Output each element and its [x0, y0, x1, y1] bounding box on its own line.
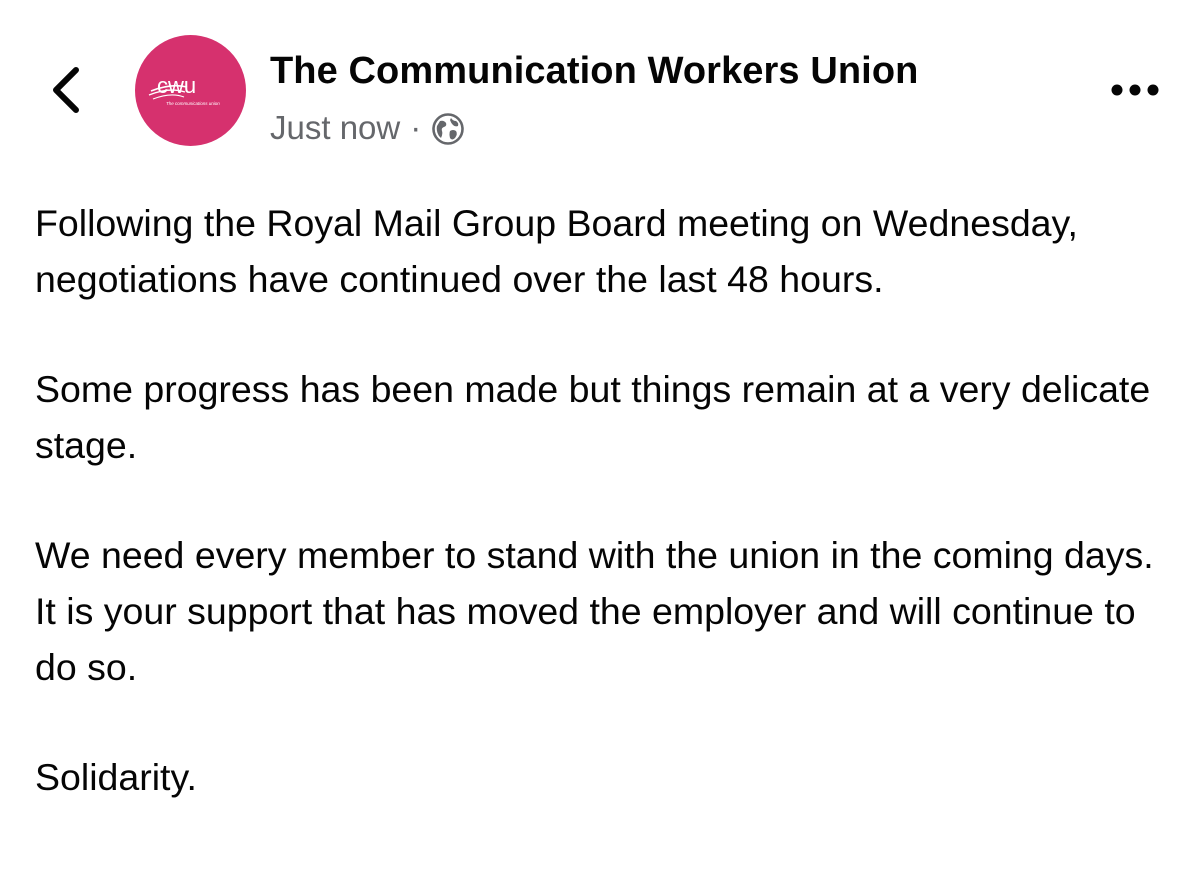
post-paragraph: We need every member to stand with the u… — [35, 534, 1154, 688]
page-name[interactable]: The Communication Workers Union — [270, 50, 918, 93]
more-horizontal-icon — [1111, 84, 1159, 96]
globe-icon[interactable] — [431, 112, 465, 146]
back-button[interactable] — [40, 62, 96, 118]
chevron-left-icon — [53, 67, 79, 113]
separator: · — [410, 109, 422, 146]
more-options-button[interactable] — [1105, 70, 1165, 110]
post-meta: Just now · — [270, 108, 465, 148]
timestamp[interactable]: Just now — [270, 109, 400, 147]
post-paragraph: Following the Royal Mail Group Board mee… — [35, 202, 1078, 300]
logo-tagline: The communications union — [166, 101, 220, 106]
avatar[interactable]: cwu The communications union — [135, 35, 246, 146]
post-body: Following the Royal Mail Group Board mee… — [35, 195, 1170, 805]
post-paragraph: Some progress has been made but things r… — [35, 368, 1151, 466]
cwu-logo: cwu The communications union — [148, 73, 220, 106]
post-paragraph: Solidarity. — [35, 756, 197, 798]
logo-text: cwu — [157, 73, 196, 98]
post-header: cwu The communications union The Communi… — [0, 0, 1200, 170]
